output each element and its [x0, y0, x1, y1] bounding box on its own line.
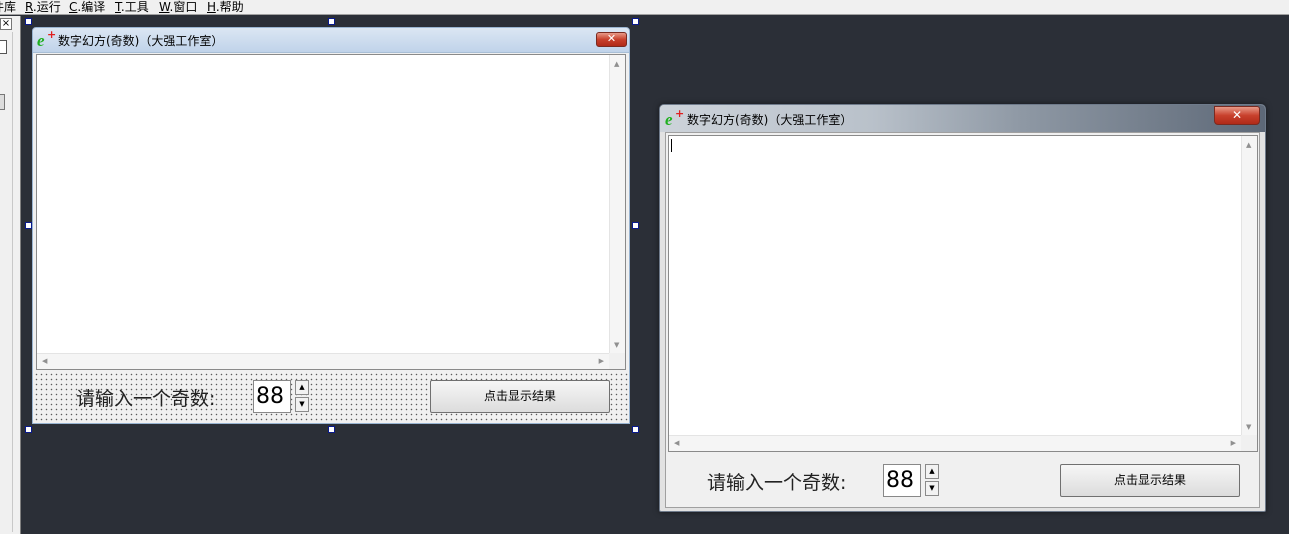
horizontal-scrollbar[interactable]: ◀ ▶ [669, 435, 1241, 451]
resize-handle-bottom[interactable] [328, 426, 335, 433]
panel-close-icon[interactable]: × [0, 18, 12, 30]
runtime-window-title: 数字幻方(奇数)（大强工作室） [687, 113, 853, 127]
scroll-left-arrow-icon[interactable]: ◀ [674, 439, 679, 447]
scroll-left-arrow-icon[interactable]: ◀ [42, 357, 47, 365]
resize-handle-top-left[interactable] [25, 18, 32, 25]
panel-tool-box[interactable] [0, 40, 7, 54]
resize-handle-left[interactable] [25, 222, 32, 229]
spin-up-arrow-icon[interactable]: ▲ [295, 380, 309, 395]
horizontal-scrollbar[interactable]: ◀ ▶ [37, 353, 609, 369]
vertical-scrollbar[interactable]: ▲ ▼ [609, 55, 625, 353]
menu-item-help[interactable]: H.帮助 [207, 0, 244, 15]
app-icon: e + [665, 107, 685, 129]
resize-handle-bottom-right[interactable] [632, 426, 639, 433]
spin-down-arrow-icon[interactable]: ▼ [925, 481, 939, 496]
design-window-title: 数字幻方(奇数)（大强工作室） [58, 34, 224, 48]
result-textarea[interactable]: ▲ ▼ ◀ ▶ [668, 135, 1258, 452]
panel-divider [12, 32, 13, 532]
scrollbar-corner [1241, 435, 1257, 451]
resize-handle-bottom-left[interactable] [25, 426, 32, 433]
prompt-label: 请输入一个奇数: [707, 472, 847, 494]
menu-item-library[interactable]: 组件库 [0, 0, 16, 15]
scroll-up-arrow-icon[interactable]: ▲ [614, 60, 619, 68]
runtime-window-body: ▲ ▼ ◀ ▶ 请输入一个奇数: 88 ▲ ▼ 点击显示结果 [665, 132, 1260, 508]
show-result-button[interactable]: 点击显示结果 [1060, 464, 1240, 497]
text-cursor [671, 139, 672, 152]
close-icon[interactable]: ✕ [1214, 106, 1260, 125]
menu-item-run[interactable]: R.运行 [25, 0, 61, 15]
scroll-right-arrow-icon[interactable]: ▶ [1231, 439, 1236, 447]
left-panel: × [0, 16, 21, 534]
menu-item-compile[interactable]: C.编译 [69, 0, 105, 15]
scroll-up-arrow-icon[interactable]: ▲ [1246, 141, 1251, 149]
runtime-window[interactable]: e + 数字幻方(奇数)（大强工作室） ✕ ▲ ▼ ◀ ▶ 请输入一个奇数: 88… [659, 104, 1266, 512]
spin-down-arrow-icon[interactable]: ▼ [295, 397, 309, 412]
scroll-down-arrow-icon[interactable]: ▼ [614, 341, 619, 349]
vertical-scrollbar[interactable]: ▲ ▼ [1241, 136, 1257, 435]
design-window[interactable]: e + 数字幻方(奇数)（大强工作室） ✕ ▲ ▼ ◀ ▶ 请输入一个奇数: 88… [32, 27, 630, 424]
result-textarea[interactable]: ▲ ▼ ◀ ▶ [36, 54, 626, 370]
resize-handle-top-right[interactable] [632, 18, 639, 25]
resize-handle-top[interactable] [328, 18, 335, 25]
app-icon: e + [37, 28, 57, 50]
menu-item-window[interactable]: W.窗口 [159, 0, 197, 15]
panel-scroll-thumb[interactable] [0, 94, 5, 110]
show-result-button[interactable]: 点击显示结果 [430, 380, 610, 413]
number-input[interactable]: 88 [883, 464, 921, 497]
close-icon[interactable]: ✕ [596, 32, 627, 47]
resize-handle-right[interactable] [632, 222, 639, 229]
design-window-titlebar[interactable]: e + 数字幻方(奇数)（大强工作室） ✕ [33, 28, 629, 53]
scroll-down-arrow-icon[interactable]: ▼ [1246, 423, 1251, 431]
runtime-window-titlebar[interactable]: e + 数字幻方(奇数)（大强工作室） ✕ [660, 105, 1265, 132]
number-input[interactable]: 88 [253, 380, 291, 413]
menu-item-tools[interactable]: T.工具 [115, 0, 149, 15]
scroll-right-arrow-icon[interactable]: ▶ [599, 357, 604, 365]
prompt-label: 请输入一个奇数: [76, 388, 216, 410]
spin-up-arrow-icon[interactable]: ▲ [925, 464, 939, 479]
scrollbar-corner [609, 353, 625, 369]
menu-bar: 组件库 R.运行 C.编译 T.工具 W.窗口 H.帮助 [0, 0, 1289, 15]
